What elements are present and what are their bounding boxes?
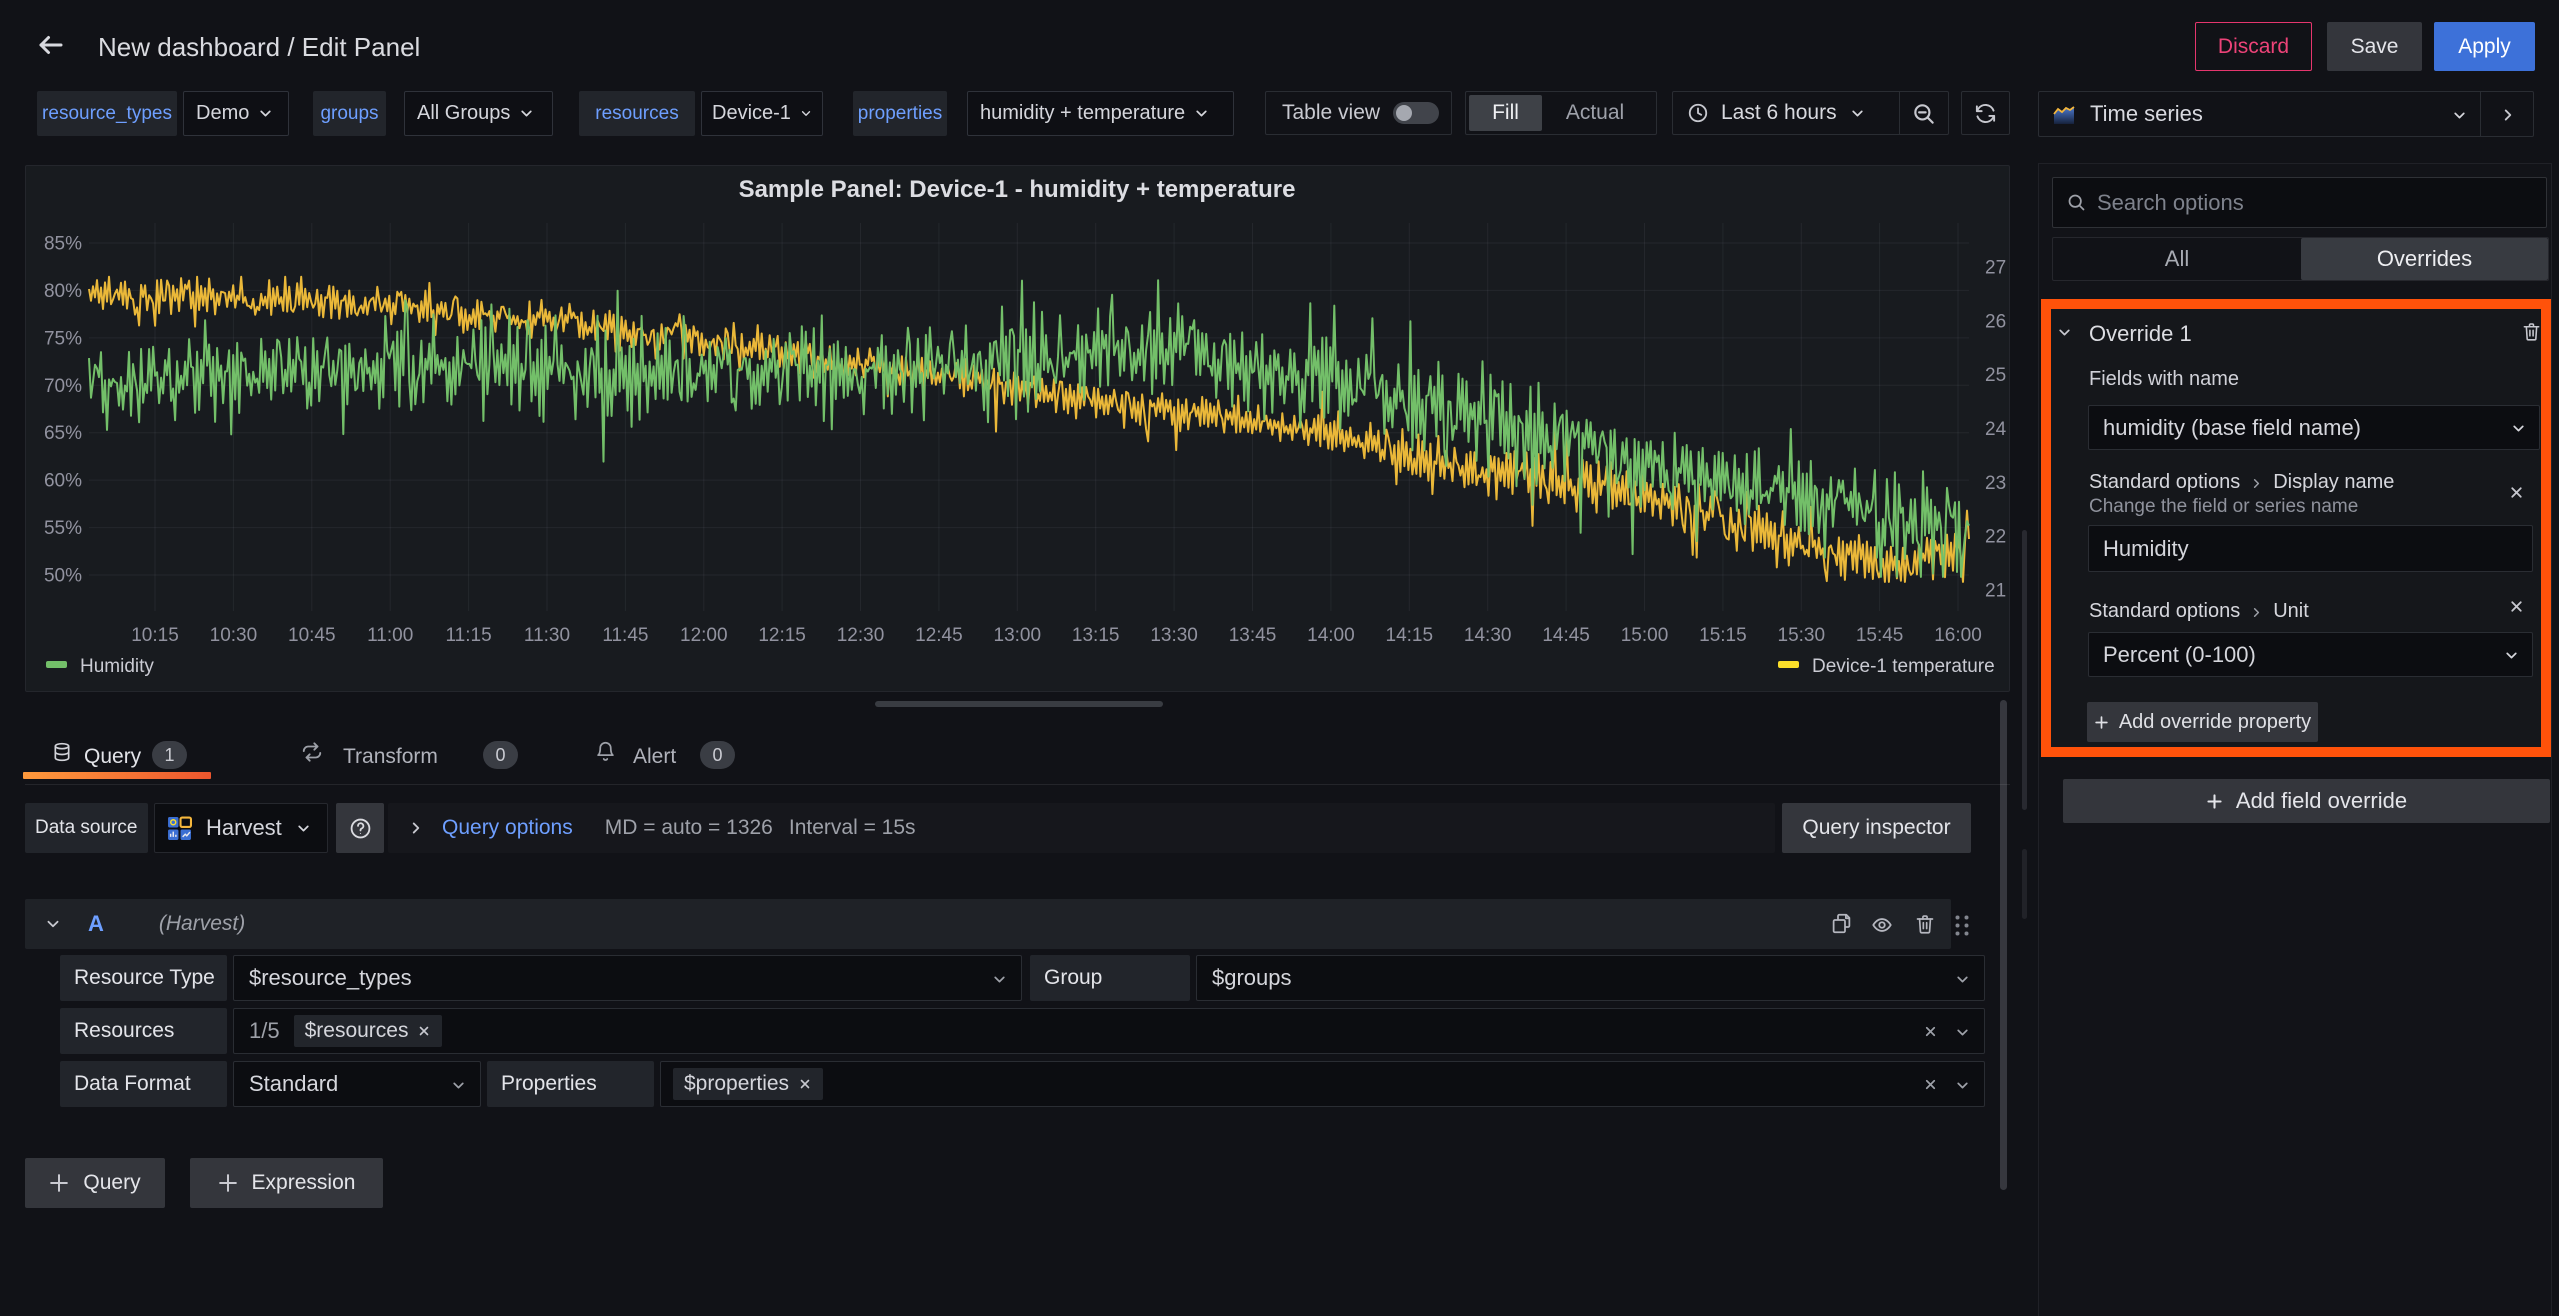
svg-text:75%: 75% [44, 328, 82, 349]
svg-text:15:30: 15:30 [1778, 625, 1826, 646]
svg-text:Device-1 temperature: Device-1 temperature [1812, 656, 1995, 677]
svg-text:12:45: 12:45 [915, 625, 963, 646]
svg-text:55%: 55% [44, 518, 82, 539]
svg-text:21: 21 [1985, 581, 2006, 602]
svg-text:26: 26 [1985, 311, 2006, 332]
svg-text:13:15: 13:15 [1072, 625, 1120, 646]
svg-text:11:15: 11:15 [446, 625, 492, 646]
svg-text:22: 22 [1985, 527, 2006, 548]
svg-text:10:15: 10:15 [131, 625, 179, 646]
svg-text:23: 23 [1985, 473, 2006, 494]
svg-text:85%: 85% [44, 234, 82, 255]
svg-text:50%: 50% [44, 566, 82, 587]
svg-text:70%: 70% [44, 376, 82, 397]
svg-text:15:45: 15:45 [1856, 625, 1904, 646]
svg-text:11:00: 11:00 [367, 625, 413, 646]
svg-text:12:30: 12:30 [837, 625, 885, 646]
svg-text:25: 25 [1985, 365, 2006, 386]
svg-text:11:45: 11:45 [602, 625, 648, 646]
svg-text:Sample Panel: Device-1 - humid: Sample Panel: Device-1 - humidity + temp… [739, 176, 1296, 203]
svg-text:16:00: 16:00 [1934, 625, 1982, 646]
svg-text:15:00: 15:00 [1621, 625, 1669, 646]
svg-text:14:00: 14:00 [1307, 625, 1355, 646]
svg-text:65%: 65% [44, 423, 82, 444]
svg-text:24: 24 [1985, 419, 2007, 440]
svg-text:13:30: 13:30 [1150, 625, 1198, 646]
svg-text:27: 27 [1985, 258, 2006, 279]
svg-text:14:30: 14:30 [1464, 625, 1512, 646]
svg-text:12:00: 12:00 [680, 625, 728, 646]
svg-text:14:15: 14:15 [1386, 625, 1434, 646]
svg-text:10:30: 10:30 [210, 625, 258, 646]
svg-text:14:45: 14:45 [1542, 625, 1590, 646]
svg-text:15:15: 15:15 [1699, 625, 1747, 646]
svg-text:13:00: 13:00 [994, 625, 1042, 646]
svg-text:11:30: 11:30 [524, 625, 570, 646]
svg-text:Humidity: Humidity [80, 656, 154, 677]
svg-text:13:45: 13:45 [1229, 625, 1277, 646]
svg-text:12:15: 12:15 [758, 625, 806, 646]
svg-text:10:45: 10:45 [288, 625, 336, 646]
svg-text:80%: 80% [44, 281, 82, 302]
svg-text:60%: 60% [44, 471, 82, 492]
